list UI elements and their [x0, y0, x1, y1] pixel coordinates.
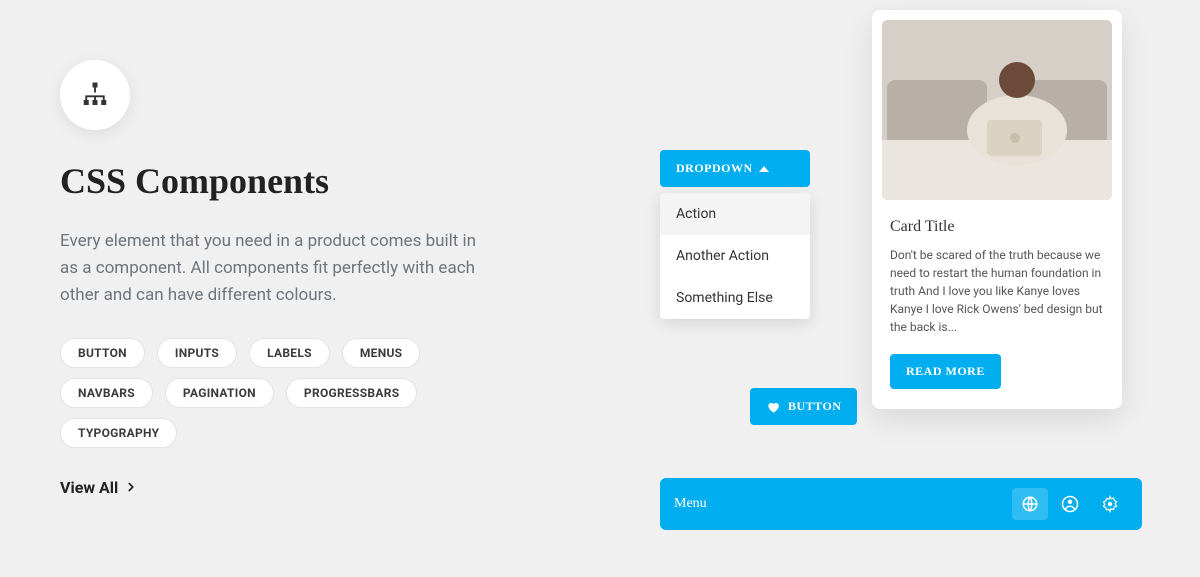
card-text: Don't be scared of the truth because we …: [890, 246, 1104, 336]
dropdown-toggle-button[interactable]: DROPDOWN: [660, 150, 810, 187]
heart-icon: [766, 400, 780, 414]
chip-inputs[interactable]: INPUTS: [157, 338, 237, 368]
card-title: Card Title: [890, 218, 1104, 236]
heart-button-label: BUTTON: [788, 399, 841, 414]
dropdown-item-another-action[interactable]: Another Action: [660, 235, 810, 277]
dropdown-menu: Action Another Action Something Else: [660, 193, 810, 319]
view-all-link[interactable]: View All: [60, 478, 138, 497]
user-button[interactable]: [1052, 488, 1088, 520]
menu-bar: Menu: [660, 478, 1142, 530]
dropdown-label: DROPDOWN: [676, 161, 753, 176]
globe-button[interactable]: [1012, 488, 1048, 520]
card: Card Title Don't be scared of the truth …: [872, 10, 1122, 409]
chip-list: BUTTON INPUTS LABELS MENUS NAVBARS PAGIN…: [60, 338, 520, 448]
menu-bar-label: Menu: [674, 496, 707, 512]
dropdown-item-action[interactable]: Action: [660, 193, 810, 235]
chip-progressbars[interactable]: PROGRESSBARS: [286, 378, 418, 408]
chip-pagination[interactable]: PAGINATION: [165, 378, 274, 408]
chip-typography[interactable]: TYPOGRAPHY: [60, 418, 177, 448]
globe-icon: [1021, 495, 1039, 513]
card-photo-placeholder: [882, 20, 1112, 200]
settings-button[interactable]: [1092, 488, 1128, 520]
view-all-label: View All: [60, 478, 118, 497]
section-title: CSS Components: [60, 160, 560, 202]
user-icon: [1061, 495, 1079, 513]
chip-navbars[interactable]: NAVBARS: [60, 378, 153, 408]
heart-button[interactable]: BUTTON: [750, 388, 857, 425]
chip-menus[interactable]: MENUS: [342, 338, 421, 368]
chevron-right-icon: [124, 480, 138, 494]
dropdown-block: DROPDOWN Action Another Action Something…: [660, 150, 810, 319]
dropdown-item-something-else[interactable]: Something Else: [660, 277, 810, 319]
chip-button[interactable]: BUTTON: [60, 338, 145, 368]
gear-icon: [1101, 495, 1119, 513]
read-more-button[interactable]: READ MORE: [890, 354, 1001, 389]
menu-bar-icons: [1012, 488, 1128, 520]
section-icon-circle: [60, 60, 130, 130]
card-image: [882, 20, 1112, 200]
section-description: Every element that you need in a product…: [60, 228, 480, 310]
sitemap-icon: [80, 80, 110, 110]
caret-up-icon: [759, 166, 769, 172]
chip-labels[interactable]: LABELS: [249, 338, 330, 368]
